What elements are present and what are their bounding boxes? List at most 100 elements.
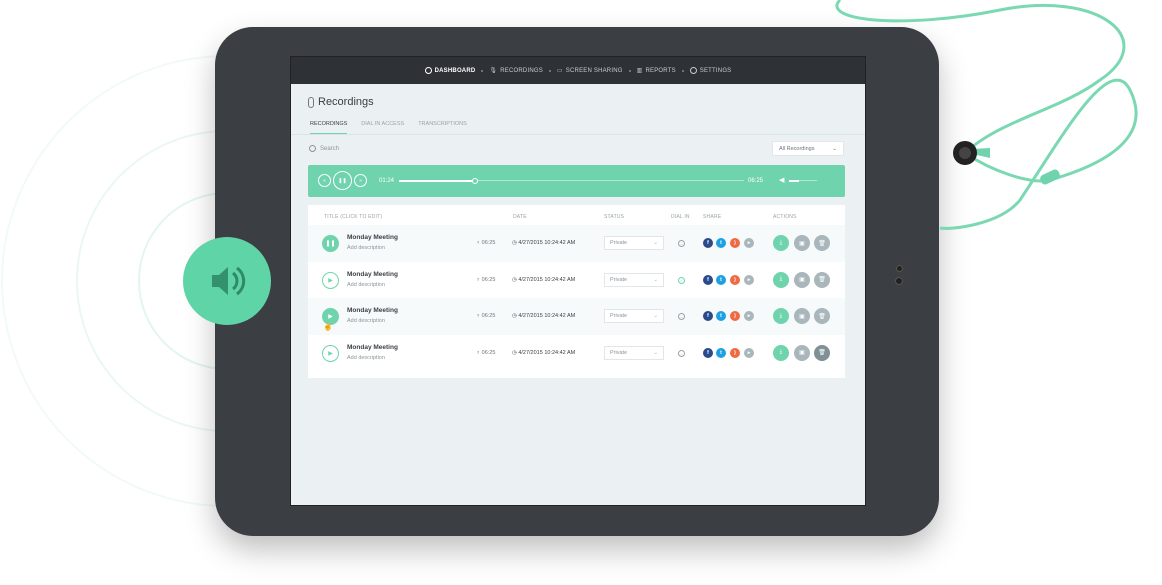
duration: ♆ 06:25 bbox=[476, 277, 495, 283]
download-button[interactable]: ⤓ bbox=[773, 271, 789, 288]
speaker-badge bbox=[183, 237, 271, 325]
cursor-hand-icon: ☝ bbox=[323, 322, 333, 331]
share-more-icon[interactable]: ▸ bbox=[744, 311, 754, 321]
recordings-table: TITLE (CLICK TO EDIT) DATE STATUS DIAL I… bbox=[308, 205, 845, 378]
rss-share-icon[interactable]: ) bbox=[730, 347, 740, 358]
minus-icon: – bbox=[678, 240, 685, 247]
twitter-share-icon[interactable]: t bbox=[716, 274, 726, 285]
facebook-share-icon[interactable]: f bbox=[703, 347, 713, 358]
progress-handle[interactable] bbox=[471, 177, 478, 184]
recording-title[interactable]: Monday Meeting bbox=[347, 271, 398, 278]
volume-fill bbox=[789, 180, 799, 182]
recording-description[interactable]: Add description bbox=[347, 318, 385, 324]
twitter-share-icon[interactable]: t bbox=[716, 238, 726, 248]
status-select[interactable]: Private ⌄ bbox=[604, 345, 664, 360]
duration-text: 06:25 bbox=[481, 313, 496, 319]
share-more-icon[interactable]: ▸ bbox=[744, 347, 754, 358]
duration-text: 06:25 bbox=[481, 240, 496, 246]
twitter-share-icon[interactable]: t bbox=[716, 311, 726, 321]
duration: ♆ 06:25 bbox=[476, 240, 495, 246]
rss-share-icon[interactable]: ) bbox=[730, 238, 740, 248]
status-select[interactable]: Private ⌄ bbox=[604, 272, 664, 287]
delete-button[interactable]: 🗑︎ bbox=[814, 308, 830, 324]
pause-button[interactable]: ❚❚ bbox=[333, 171, 352, 190]
delete-button[interactable]: 🗑︎ bbox=[814, 235, 830, 251]
nav-label: DASHBOARD bbox=[434, 67, 476, 74]
header-status: STATUS bbox=[604, 214, 625, 220]
twitter-share-icon[interactable]: t bbox=[716, 347, 726, 358]
status-value: Private bbox=[610, 313, 628, 319]
tab-dial-in-access[interactable]: DIAL IN ACCESS bbox=[361, 121, 404, 134]
date: ◷ 4/27/2015 10:24:42 AM bbox=[512, 313, 575, 319]
total-time: 06:25 bbox=[748, 178, 764, 184]
nav-label: RECORDINGS bbox=[500, 67, 543, 74]
pause-button[interactable]: ❚❚ bbox=[322, 235, 339, 252]
volume-slider[interactable] bbox=[789, 180, 817, 182]
header-dial-in: DIAL IN bbox=[671, 214, 690, 220]
recording-title[interactable]: Monday Meeting bbox=[347, 307, 398, 314]
rss-share-icon[interactable]: ) bbox=[730, 311, 740, 321]
volume-icon: ◀ bbox=[779, 177, 785, 184]
nav-recordings[interactable]: 🎙︎ RECORDINGS bbox=[489, 67, 543, 75]
recording-description[interactable]: Add description bbox=[347, 355, 385, 361]
delete-button[interactable]: 🗑︎ bbox=[814, 344, 830, 361]
table-row: ❚❚ Monday Meeting Add description ♆ 06:2… bbox=[308, 225, 845, 262]
recording-title[interactable]: Monday Meeting bbox=[347, 344, 398, 351]
speaker-icon bbox=[212, 266, 246, 296]
search-input[interactable]: Search bbox=[309, 145, 339, 152]
monitor-icon: ▭ bbox=[556, 68, 563, 74]
rewind-button[interactable]: « bbox=[318, 174, 331, 187]
nav-label: SETTINGS bbox=[699, 67, 732, 74]
facebook-share-icon[interactable]: f bbox=[703, 311, 713, 321]
recording-title[interactable]: Monday Meeting bbox=[347, 234, 398, 241]
table-row: ▶ Monday Meeting Add description ♆ 06:25… bbox=[308, 298, 845, 335]
reports-icon: ▥ bbox=[636, 68, 643, 74]
table-row: ▶ Monday Meeting Add description ♆ 06:25… bbox=[308, 335, 845, 372]
status-select[interactable]: Private ⌄ bbox=[604, 236, 664, 250]
tab-recordings[interactable]: RECORDINGS bbox=[310, 121, 348, 134]
facebook-share-icon[interactable]: f bbox=[703, 274, 713, 285]
date: ◷ 4/27/2015 10:24:42 AM bbox=[512, 277, 575, 283]
play-button[interactable]: ▶ bbox=[322, 344, 339, 362]
dashboard-icon bbox=[424, 67, 432, 74]
chevron-down-icon: ⌄ bbox=[653, 313, 658, 319]
date: ◷ 4/27/2015 10:24:42 AM bbox=[512, 240, 575, 246]
page-title: Recordings bbox=[308, 96, 374, 108]
download-button[interactable]: ⤓ bbox=[773, 235, 789, 251]
table-row: ▶ Monday Meeting Add description ♆ 06:25… bbox=[308, 262, 845, 299]
nav-reports[interactable]: ▥ REPORTS bbox=[636, 67, 676, 75]
facebook-share-icon[interactable]: f bbox=[703, 238, 713, 248]
transcript-button[interactable]: ▣ bbox=[794, 308, 810, 324]
recording-description[interactable]: Add description bbox=[347, 245, 385, 251]
progress-slider[interactable] bbox=[399, 177, 744, 184]
tab-transcriptions[interactable]: TRANSCRIPTIONS bbox=[418, 121, 467, 134]
nav-settings[interactable]: SETTINGS bbox=[689, 67, 732, 74]
transcript-button[interactable]: ▣ bbox=[794, 344, 810, 361]
forward-button[interactable]: » bbox=[354, 174, 367, 187]
transcript-button[interactable]: ▣ bbox=[794, 271, 810, 288]
status-value: Private bbox=[610, 240, 628, 246]
recording-description[interactable]: Add description bbox=[347, 282, 385, 288]
minus-icon: – bbox=[678, 349, 685, 357]
rss-share-icon[interactable]: ) bbox=[730, 274, 740, 285]
page-title-text: Recordings bbox=[318, 96, 374, 108]
recordings-filter-select[interactable]: All Recordings ⌄ bbox=[772, 141, 844, 156]
search-icon bbox=[309, 145, 316, 152]
divider bbox=[291, 134, 865, 135]
play-button[interactable]: ▶ bbox=[322, 271, 339, 289]
delete-button[interactable]: 🗑︎ bbox=[814, 271, 830, 288]
date-text: 4/27/2015 10:24:42 AM bbox=[518, 276, 576, 283]
download-button[interactable]: ⤓ bbox=[773, 308, 789, 324]
progress-fill bbox=[399, 179, 475, 182]
transcript-button[interactable]: ▣ bbox=[794, 235, 810, 251]
nav-dashboard[interactable]: DASHBOARD bbox=[424, 67, 476, 74]
chevron-down-icon: ⌄ bbox=[653, 240, 658, 246]
share-more-icon[interactable]: ▸ bbox=[744, 274, 754, 285]
status-select[interactable]: Private ⌄ bbox=[604, 309, 664, 323]
date: ◷ 4/27/2015 10:24:42 AM bbox=[512, 350, 575, 356]
nav-screen-sharing[interactable]: ▭ SCREEN SHARING bbox=[556, 67, 623, 75]
share-more-icon[interactable]: ▸ bbox=[744, 238, 754, 248]
chevron-down-icon: ⌄ bbox=[653, 349, 658, 356]
top-nav: DASHBOARD 🎙︎ RECORDINGS ▭ SCREEN SHARING ▥… bbox=[291, 57, 865, 84]
download-button[interactable]: ⤓ bbox=[773, 344, 789, 361]
